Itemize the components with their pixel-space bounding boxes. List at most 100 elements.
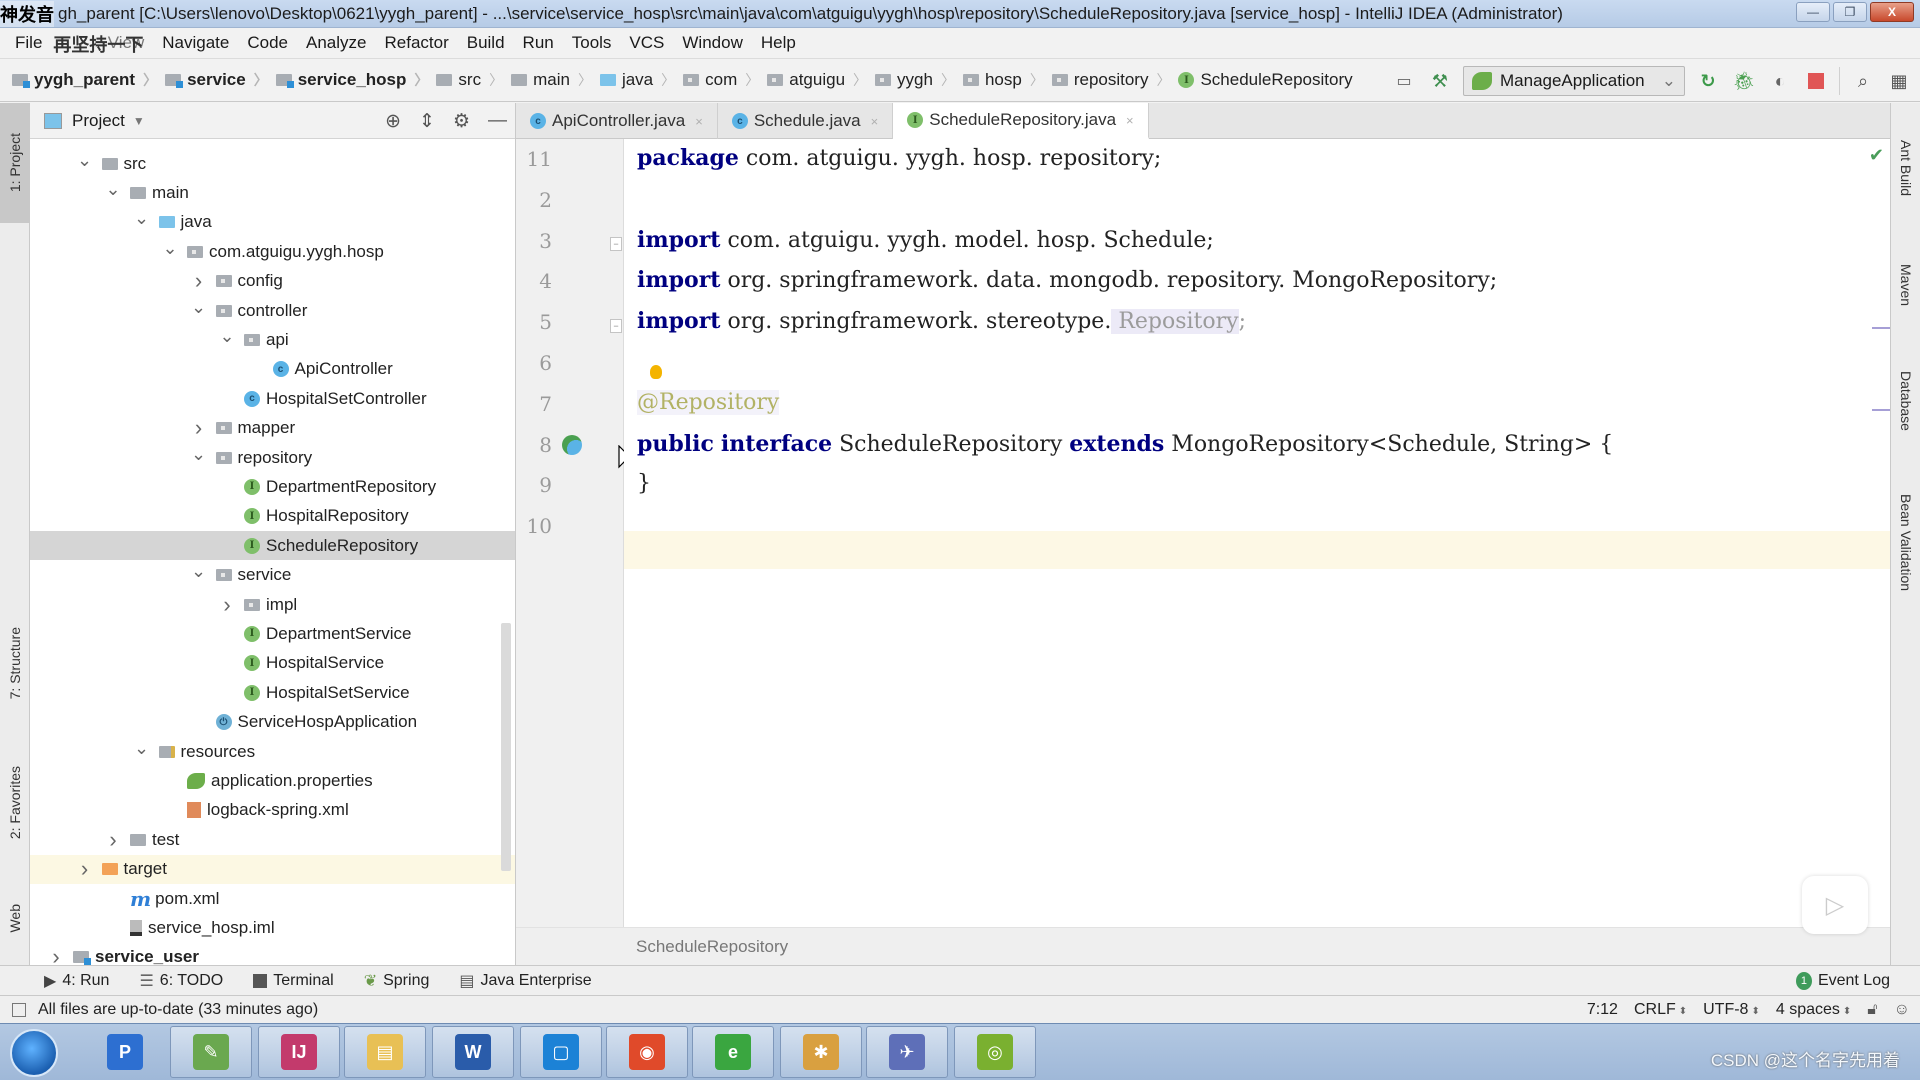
lock-icon[interactable]: 🔓︎ — [1867, 1001, 1877, 1019]
chevron-right-icon[interactable]: › — [218, 592, 236, 618]
tree-item[interactable]: ›service_hosp.iml — [30, 913, 515, 942]
chevron-right-icon[interactable]: › — [190, 268, 208, 294]
taskbar-app-browser[interactable]: ◉ — [606, 1026, 688, 1078]
tool-tab-database[interactable]: Database — [1891, 343, 1920, 458]
editor-tab[interactable]: c Schedule.java × — [718, 103, 894, 139]
tree-item[interactable]: › target — [30, 854, 515, 884]
menu-tools[interactable]: Tools — [563, 33, 621, 53]
tree-item[interactable]: › service_user — [30, 943, 515, 965]
breadcrumb-item[interactable]: service 〉 — [165, 70, 276, 90]
restore-button[interactable]: ❐ — [1833, 2, 1867, 22]
minimize-button[interactable]: — — [1796, 2, 1830, 22]
menu-help[interactable]: Help — [752, 33, 805, 53]
project-structure-icon[interactable]: ▦ — [1886, 68, 1912, 94]
taskbar-app-paint[interactable]: ✱ — [780, 1026, 862, 1078]
tool-tab-spring[interactable]: ❦ Spring — [364, 971, 430, 991]
tree-item[interactable]: ›cHospitalSetController — [30, 384, 515, 413]
close-tab-icon[interactable]: × — [871, 114, 879, 129]
fold-toggle-icon[interactable]: − — [610, 319, 622, 333]
tool-tab-bean-validation[interactable]: Bean Validation — [1891, 468, 1920, 618]
breadcrumb-item[interactable]: hosp 〉 — [962, 70, 1052, 90]
chevron-down-icon[interactable]: ⌄ — [104, 180, 122, 198]
tree-item[interactable]: ⌄ com.atguigu.yygh.hosp — [30, 237, 515, 266]
tool-tab-todo[interactable]: ☰ 6: TODO — [139, 971, 223, 991]
project-scrollbar[interactable] — [501, 623, 511, 871]
chevron-right-icon[interactable]: › — [76, 856, 94, 882]
fold-toggle-icon[interactable]: − — [610, 237, 622, 251]
gear-icon[interactable]: ⚙ — [453, 110, 470, 133]
menu-vcs[interactable]: VCS — [620, 33, 673, 53]
intention-bulb-icon[interactable] — [650, 365, 662, 379]
collapse-all-icon[interactable]: ⇕ — [419, 110, 435, 133]
taskbar-app-word[interactable]: W — [432, 1026, 514, 1078]
tool-tab-java-enterprise[interactable]: ▤ Java Enterprise — [459, 971, 591, 991]
tree-item[interactable]: ›IScheduleRepository — [30, 531, 515, 561]
code-editor[interactable]: ✔ package com. atguigu. yygh. hosp. repo… — [624, 139, 1890, 927]
chevron-down-icon[interactable]: ▼ — [133, 114, 145, 128]
breadcrumb-item[interactable]: src 〉 — [436, 70, 511, 90]
menu-analyze[interactable]: Analyze — [297, 33, 375, 53]
tree-item[interactable]: ⌄ java — [30, 208, 515, 237]
error-stripe-marker[interactable] — [1872, 327, 1890, 329]
breadcrumb-item[interactable]: main 〉 — [511, 70, 600, 90]
taskbar-app-app[interactable]: ◎ — [954, 1026, 1036, 1078]
tree-item[interactable]: ⌄ repository — [30, 443, 515, 472]
debug-bug-icon[interactable]: 🐞︎ — [1731, 68, 1757, 94]
taskbar-app-mysql[interactable]: ✈ — [866, 1026, 948, 1078]
menu-build[interactable]: Build — [458, 33, 514, 53]
event-log-button[interactable]: 1 Event Log — [1795, 966, 1890, 996]
close-tab-icon[interactable]: × — [695, 114, 703, 129]
breadcrumb-item[interactable]: java 〉 — [599, 70, 683, 90]
menu-edit[interactable]: Edit再坚持一下 — [51, 33, 143, 55]
search-icon[interactable]: ⌕ — [1850, 68, 1876, 94]
breadcrumb-item[interactable]: I ScheduleRepository — [1178, 70, 1353, 90]
breadcrumb-item[interactable]: atguigu 〉 — [767, 70, 875, 90]
tool-tab-web[interactable]: Web — [0, 883, 30, 953]
menu-code[interactable]: Code — [238, 33, 297, 53]
chevron-down-icon[interactable]: ⌄ — [218, 327, 236, 345]
indent-widget[interactable]: 4 spaces ⬍ — [1776, 1001, 1851, 1019]
tree-item[interactable]: ›IDepartmentService — [30, 619, 515, 648]
run-configuration-select[interactable]: ManageApplication ⌄ — [1463, 66, 1685, 96]
error-stripe-marker[interactable] — [1872, 409, 1890, 411]
encoding-widget[interactable]: UTF-8 ⬍ — [1703, 1001, 1760, 1019]
close-tab-icon[interactable]: × — [1126, 113, 1134, 128]
tool-tab-ant-build[interactable]: Ant Build — [1891, 113, 1920, 223]
tool-tab-project[interactable]: 1: Project — [0, 103, 30, 223]
taskbar-app-explorer[interactable]: ▤ — [344, 1026, 426, 1078]
tree-item[interactable]: ›IDepartmentRepository — [30, 472, 515, 501]
line-separator-widget[interactable]: CRLF ⬍ — [1634, 1001, 1687, 1019]
taskbar-app-ie[interactable]: e — [692, 1026, 774, 1078]
taskbar-app-notepad-[interactable]: ✎ — [170, 1026, 252, 1078]
chevron-down-icon[interactable]: ⌄ — [76, 151, 94, 169]
tool-tab-run[interactable]: ▶ 4: Run — [44, 971, 109, 991]
chevron-down-icon[interactable]: ⌄ — [190, 445, 208, 463]
chevron-down-icon[interactable]: ⌄ — [190, 562, 208, 580]
breadcrumb-item[interactable]: repository 〉 — [1051, 70, 1179, 90]
tool-tab-structure[interactable]: 7: Structure — [0, 603, 30, 723]
breadcrumb-item[interactable]: yygh_parent 〉 — [12, 70, 165, 90]
tree-item[interactable]: ›application.properties — [30, 766, 515, 795]
tree-item[interactable]: › test — [30, 825, 515, 854]
chevron-down-icon[interactable]: ⌄ — [133, 209, 151, 227]
locate-file-icon[interactable]: ⊕ — [385, 110, 401, 133]
chevron-right-icon[interactable]: › — [104, 827, 122, 853]
tool-tab-terminal[interactable]: Terminal — [253, 972, 334, 990]
chevron-down-icon[interactable]: ⌄ — [133, 739, 151, 757]
tool-tab-maven[interactable]: Maven — [1891, 238, 1920, 333]
tree-item[interactable]: ›IHospitalSetService — [30, 678, 515, 707]
stop-icon[interactable] — [1803, 68, 1829, 94]
hector-inspector-icon[interactable]: ☺ — [1894, 1001, 1910, 1019]
tree-item[interactable]: ⌄ resources — [30, 737, 515, 766]
tree-item[interactable]: ›IHospitalService — [30, 649, 515, 678]
rerun-icon[interactable]: ↻ — [1695, 68, 1721, 94]
caret-position[interactable]: 7:12 — [1587, 1001, 1618, 1019]
close-button[interactable]: X — [1870, 2, 1914, 22]
tree-item[interactable]: › mapper — [30, 414, 515, 443]
chevron-right-icon[interactable]: › — [190, 415, 208, 441]
tree-item[interactable]: ⌄ src — [30, 149, 515, 178]
tree-item[interactable]: ›mpom.xml — [30, 884, 515, 913]
menu-window[interactable]: Window — [673, 33, 751, 53]
tree-item[interactable]: ⌄ service — [30, 561, 515, 590]
start-button[interactable] — [10, 1029, 58, 1077]
